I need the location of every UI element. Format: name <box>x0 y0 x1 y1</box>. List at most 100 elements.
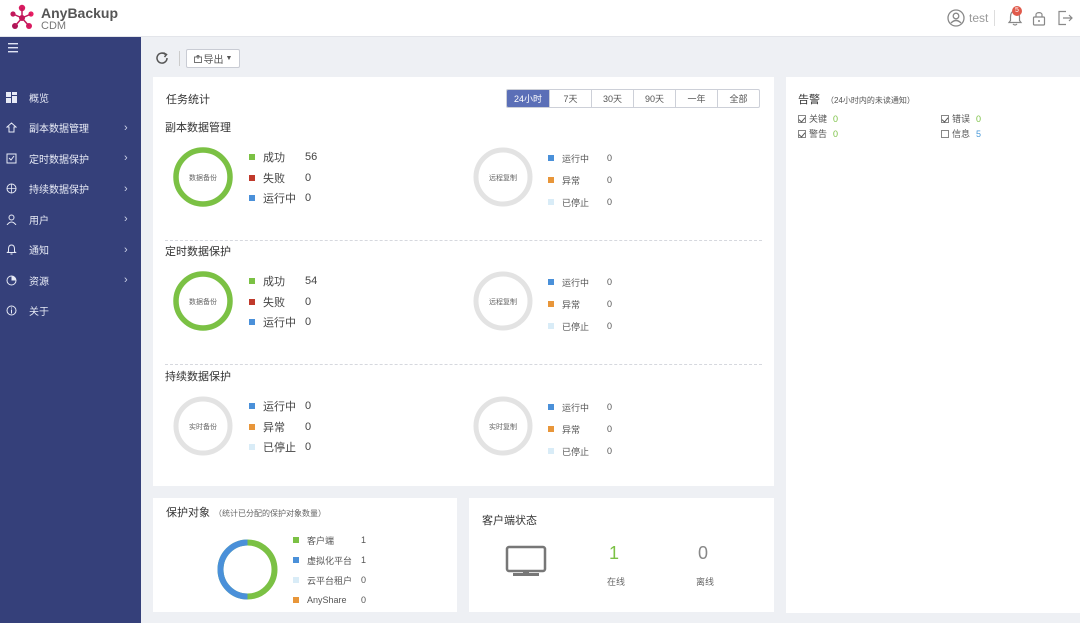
chevron-right-icon: › <box>124 182 128 195</box>
lock-icon[interactable] <box>1030 9 1048 27</box>
legend-value: 0 <box>607 446 613 456</box>
alarm-count: 0 <box>833 113 839 124</box>
alarm-checkbox[interactable] <box>798 129 806 138</box>
schedule-protect-icon <box>6 153 17 163</box>
legend-swatch <box>249 154 255 160</box>
legend-item: 失败 0 <box>249 171 311 185</box>
brand-subtitle: CDM <box>41 20 67 32</box>
legend-label: 运行中 <box>562 402 590 413</box>
legend-value: 0 <box>305 295 312 308</box>
alarm-checkbox[interactable] <box>941 114 949 123</box>
legend-swatch <box>293 597 299 603</box>
sidebar-item-label: 关于 <box>29 307 49 318</box>
menu-toggle-icon[interactable] <box>8 43 20 53</box>
tab-range-5[interactable]: 全部 <box>717 90 759 107</box>
sidebar-item-continuous-protect[interactable]: 持续数据保护 › <box>0 174 141 204</box>
legend-swatch <box>548 448 554 454</box>
legend-value: 0 <box>607 402 613 412</box>
legend-item: 异常 0 <box>548 297 612 311</box>
resource-icon <box>6 275 17 285</box>
alarm-count: 5 <box>976 128 982 139</box>
legend-item: 运行中 0 <box>249 315 311 329</box>
legend-label: 虚拟化平台 <box>307 555 353 566</box>
protected-legend-item: AnyShare 0 <box>293 593 366 607</box>
tab-range-1[interactable]: 7天 <box>549 90 591 107</box>
refresh-icon[interactable] <box>154 50 170 66</box>
legend-value: 0 <box>305 316 312 328</box>
legend-swatch <box>249 423 255 430</box>
legend-swatch <box>249 298 255 305</box>
legend-swatch <box>548 155 554 161</box>
sidebar-item-resources[interactable]: 资源 › <box>0 265 141 295</box>
alarms-subtitle: （24小时内的未读通知） <box>826 96 915 105</box>
sidebar-item-about[interactable]: 关于 <box>0 296 141 326</box>
tab-range-2[interactable]: 30天 <box>591 90 633 107</box>
legend-value: 54 <box>305 275 318 287</box>
tab-range-4[interactable]: 一年 <box>675 90 717 107</box>
legend-value: 0 <box>361 595 367 605</box>
legend-swatch <box>293 557 299 563</box>
logout-icon[interactable] <box>1056 9 1074 27</box>
sidebar-item-copy-data[interactable]: 副本数据管理 › <box>0 113 141 143</box>
chevron-right-icon: › <box>124 121 128 134</box>
legend-label: 成功 <box>263 152 285 164</box>
donut-center-label: 实时备份 <box>189 424 217 431</box>
alarm-filter-0[interactable]: 关键 0 <box>798 112 838 125</box>
legend-label: 异常 <box>562 175 581 186</box>
offline-label: 离线 <box>696 577 715 587</box>
legend-label: 运行中 <box>562 277 590 288</box>
legend-label: 异常 <box>263 421 285 434</box>
online-label: 在线 <box>607 577 626 587</box>
chevron-right-icon: › <box>124 152 128 164</box>
legend-value: 0 <box>305 400 312 412</box>
legend-item: 异常 0 <box>548 422 612 436</box>
alarm-filter-3[interactable]: 信息 5 <box>941 127 981 140</box>
sidebar-item-label: 资源 <box>29 276 49 288</box>
sidebar-item-label: 通知 <box>29 246 49 257</box>
sidebar-item-schedule-protect[interactable]: 定时数据保护 › <box>0 143 141 173</box>
sidebar-item-overview[interactable]: 概览 <box>0 82 141 112</box>
protected-legend-item: 虚拟化平台 1 <box>293 553 366 567</box>
legend-label: 运行中 <box>263 317 296 329</box>
legend-value: 0 <box>361 575 367 585</box>
alarms-title-text: 告警 <box>798 94 820 106</box>
protected-legend-item: 客户端 1 <box>293 533 366 547</box>
legend-swatch <box>293 537 299 543</box>
alarm-checkbox[interactable] <box>798 114 806 123</box>
tab-range-3[interactable]: 90天 <box>633 90 675 107</box>
sidebar-item-notifications[interactable]: 通知 › <box>0 235 141 265</box>
legend-value: 0 <box>305 192 312 204</box>
donut-center-label: 数据备份 <box>189 175 217 182</box>
section-title-copy-data-management: 副本数据管理 <box>165 122 231 134</box>
legend-label: 云平台租户 <box>307 575 353 586</box>
sidebar-item-users[interactable]: 用户 › <box>0 204 141 234</box>
legend-value: 56 <box>305 151 318 163</box>
user-menu[interactable]: test <box>947 8 988 28</box>
legend-swatch <box>548 199 554 205</box>
legend-item: 已停止 0 <box>548 319 612 333</box>
legend-value: 0 <box>607 424 613 434</box>
chevron-down-icon: ▼ <box>225 55 233 62</box>
client-status-title: 客户端状态 <box>482 515 537 527</box>
export-button[interactable]: 导出 ▼ <box>186 49 240 68</box>
legend-value: 0 <box>305 420 312 433</box>
legend-item: 失败 0 <box>249 295 311 309</box>
brand-name: AnyBackup <box>41 5 119 21</box>
offline-count: 0 <box>698 543 709 563</box>
legend-value: 0 <box>607 153 613 163</box>
task-stats-card <box>153 77 774 486</box>
user-name: test <box>969 11 989 25</box>
time-range-tabs: 24小时 7天 30天 90天 一年 全部 <box>506 89 760 108</box>
section-divider <box>165 240 762 241</box>
alarm-count: 0 <box>833 128 839 139</box>
alarm-checkbox[interactable] <box>941 129 949 138</box>
header-divider <box>994 10 995 26</box>
legend-value: 1 <box>361 535 367 545</box>
chevron-right-icon: › <box>124 213 128 225</box>
alarm-filter-2[interactable]: 警告 0 <box>798 127 838 140</box>
tab-range-0[interactable]: 24小时 <box>507 90 549 107</box>
legend-item: 已停止 0 <box>249 440 311 454</box>
alarm-filter-1[interactable]: 错误 0 <box>941 112 981 125</box>
sidebar-item-label: 用户 <box>29 215 49 227</box>
copy-data-icon <box>6 122 17 133</box>
